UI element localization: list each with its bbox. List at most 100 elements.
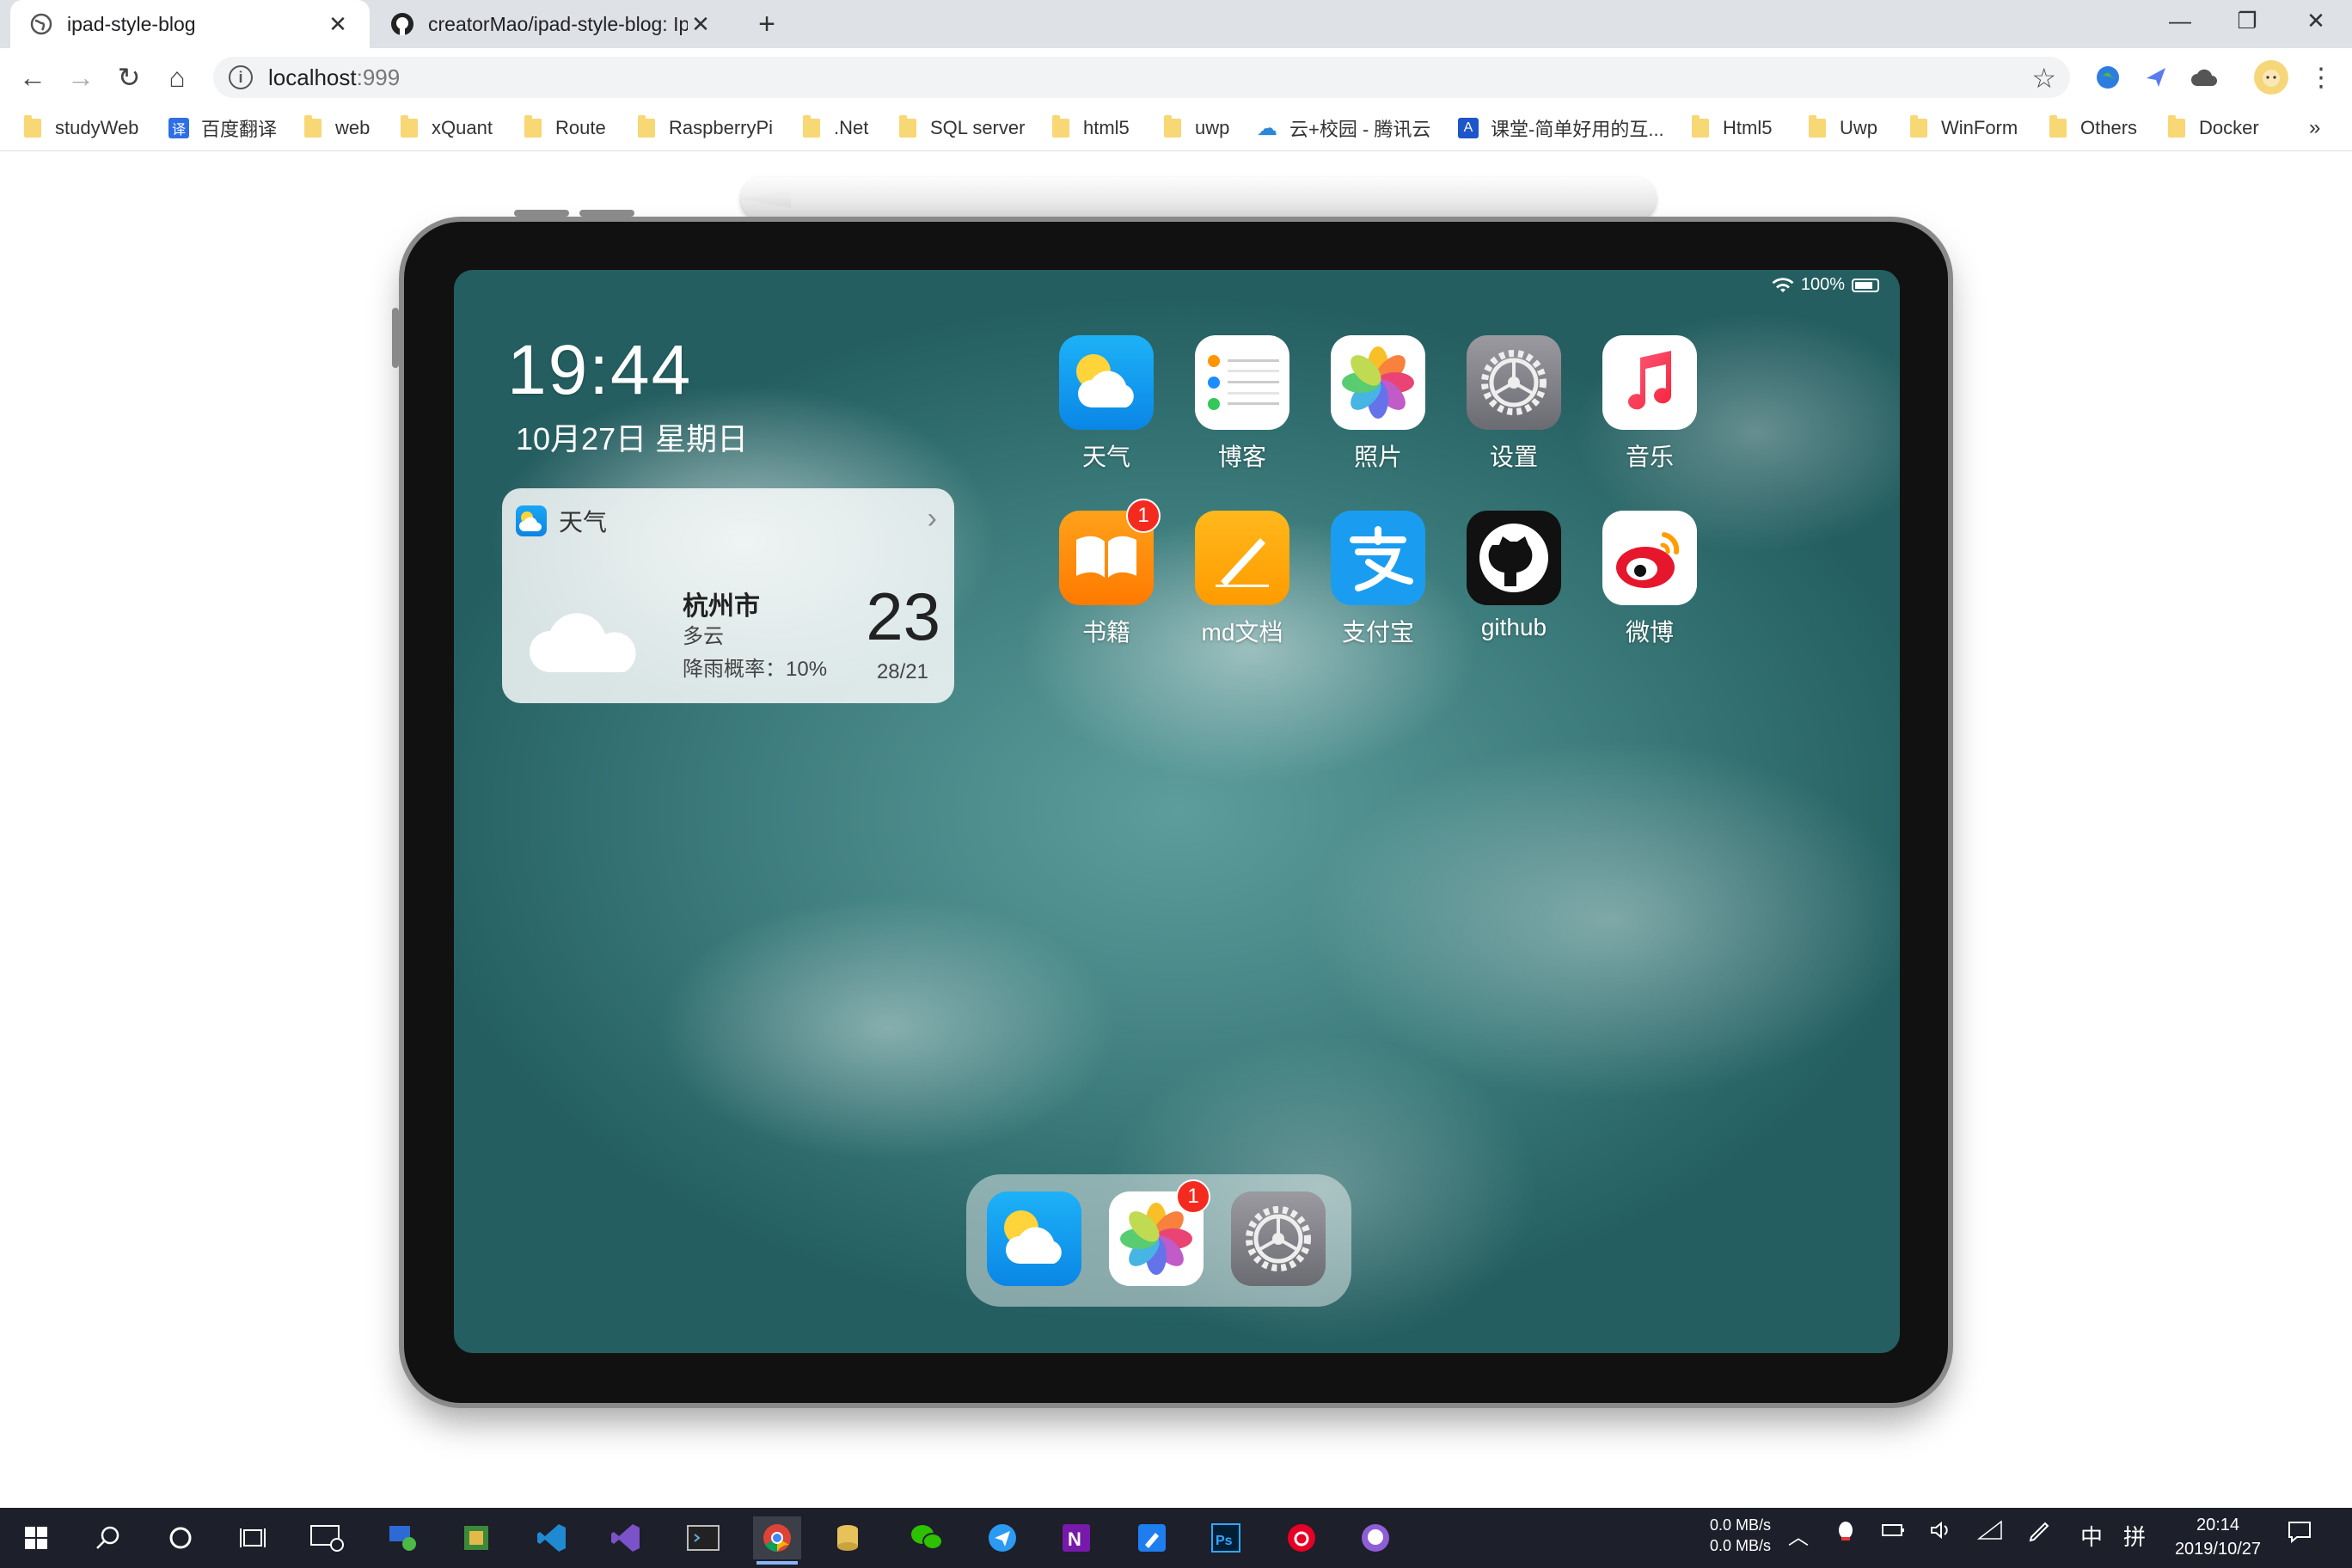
dock-weather[interactable] [987,1191,1081,1286]
bookmark-studyweb[interactable]: studyWeb [24,113,138,143]
search-icon[interactable] [84,1516,132,1559]
forward-icon[interactable]: → [62,58,100,96]
app-alipay[interactable]: 支付宝 [1331,511,1425,648]
pen-icon[interactable] [2027,1520,2051,1550]
new-tab-button[interactable]: + [750,7,784,41]
tab-ipad-style-blog[interactable]: ipad-style-blog ✕ [10,0,370,48]
dock-photos[interactable]: 1 [1109,1179,1210,1286]
visual-studio-icon[interactable] [602,1516,650,1559]
bookmark-docker[interactable]: Docker [2168,113,2259,143]
chevron-up-icon[interactable]: ︿ [1788,1520,1809,1550]
cortana-icon[interactable] [156,1516,205,1559]
bookmark-uwp[interactable]: uwp [1164,113,1229,143]
browser-window: ipad-style-blog ✕ creatorMao/ipad-style-… [0,0,2352,1508]
netease-music-icon[interactable] [1277,1516,1326,1559]
bookmark-xquant[interactable]: xQuant [401,113,493,143]
weather-icon [516,505,547,536]
tab-strip: ipad-style-blog ✕ creatorMao/ipad-style-… [0,0,2352,48]
notification-icon[interactable] [2287,1520,2312,1550]
app-weibo[interactable]: 微博 [1602,511,1697,648]
github-desktop-icon[interactable] [1351,1516,1400,1559]
app-label: 设置 [1489,444,1538,470]
app-label: 博客 [1217,444,1266,470]
reload-icon[interactable]: ↻ [110,58,148,96]
start-icon[interactable] [12,1516,60,1559]
extension-globe-icon[interactable] [2091,60,2125,95]
close-icon[interactable]: ✕ [325,11,351,37]
app-settings[interactable]: 设置 [1467,335,1561,473]
terminal-icon[interactable] [679,1516,727,1559]
extension-cloud-icon[interactable] [2187,60,2221,95]
folder-icon [2168,115,2185,138]
onenote-icon[interactable]: N [1052,1516,1100,1559]
bookmark-web[interactable]: web [304,113,370,143]
app-music[interactable]: 音乐 [1602,335,1697,473]
back-icon[interactable]: ← [14,58,52,96]
package-app-icon[interactable] [452,1516,500,1559]
battery-tray-icon[interactable] [1881,1520,1907,1547]
bookmark-html5[interactable]: html5 [1052,113,1130,143]
ipad-screen: 100% 19:44 10月27日 星期日 天气 › 杭州市 多云 降雨概率：1… [454,270,1900,1353]
database-app-icon[interactable] [825,1516,873,1559]
bookmark-dotnet[interactable]: .Net [803,113,868,143]
app-blog[interactable]: 博客 [1195,335,1289,473]
widget-condition: 多云 [683,625,724,648]
folder-icon [1052,115,1069,138]
app-github[interactable]: github [1467,511,1561,641]
restore-icon[interactable]: ❐ [2214,0,2280,41]
extension-bird-icon[interactable] [2139,60,2173,95]
bookmark-uwp-2[interactable]: Uwp [1809,113,1877,143]
home-icon[interactable]: ⌂ [158,58,196,96]
app-label: 照片 [1353,444,1402,470]
bookmark-sql-server[interactable]: SQL server [899,113,1025,143]
feishu-icon[interactable] [978,1516,1026,1559]
alipay-icon [1331,511,1425,605]
photoshop-icon[interactable]: Ps [1202,1516,1250,1559]
qq-icon[interactable] [1834,1520,1857,1550]
info-icon[interactable]: i [229,65,253,89]
chevron-right-icon[interactable]: › [928,502,937,536]
wifi-tray-icon[interactable] [1976,1520,2003,1547]
bookmark-route[interactable]: Route [524,113,606,143]
clock-tray[interactable]: 20:14 2019/10/27 [2158,1513,2278,1561]
net-down: 0.0 MB/s [1709,1537,1771,1554]
bookmark-others[interactable]: Others [2049,113,2137,143]
close-icon[interactable]: ✕ [688,11,714,37]
ime-language[interactable]: 中 [2080,1520,2103,1552]
notification-badge: 1 [1176,1179,1210,1214]
url-port: :999 [356,64,401,90]
bookmark-html5-2[interactable]: Html5 [1692,113,1772,143]
dock-settings[interactable] [1231,1191,1326,1286]
volume-icon[interactable] [1929,1520,1953,1547]
ime-mode[interactable]: 拼 [2123,1520,2146,1552]
network-app-icon[interactable] [378,1516,426,1559]
chrome-icon[interactable] [753,1516,801,1565]
date: 10月27日 星期日 [516,421,749,456]
bookmark-winform[interactable]: WinForm [1910,113,2018,143]
weather-widget[interactable]: 天气 › 杭州市 多云 降雨概率：10% 23 28/21 [502,488,954,703]
minimize-icon[interactable]: — [2147,0,2213,41]
app-md-docs[interactable]: md文档 [1195,511,1289,648]
bookmarks-more[interactable]: » [2309,113,2320,143]
folder-icon [2049,115,2067,138]
app-photos[interactable]: 照片 [1331,335,1425,473]
app-weather[interactable]: 天气 [1059,335,1154,473]
bookmark-ketang[interactable]: A 课堂-简单好用的互... [1458,113,1664,143]
close-window-icon[interactable]: ✕ [2283,0,2349,41]
bookmark-baidu-fanyi[interactable]: 译百度翻译 [168,113,277,143]
menu-icon[interactable]: ⋮ [2304,60,2338,95]
address-bar[interactable]: i localhost:999 ☆ [213,57,2070,98]
music-icon [1602,335,1697,430]
bookmark-raspberrypi[interactable]: RaspberryPi [638,113,773,143]
widget-rain: 降雨概率：10% [683,658,828,681]
profile-avatar[interactable] [2254,60,2288,95]
wechat-icon[interactable] [903,1516,951,1559]
notes-app-icon[interactable] [1128,1516,1176,1559]
task-view-icon[interactable] [229,1516,277,1559]
bookmark-tencent-cloud[interactable]: ☁ 云+校园 - 腾讯云 [1257,113,1430,143]
star-icon[interactable]: ☆ [2031,62,2056,95]
app-books[interactable]: 1 书籍 [1059,499,1161,648]
vscode-icon[interactable] [528,1516,576,1559]
remote-desktop-icon[interactable] [303,1516,351,1559]
tab-github-repo[interactable]: creatorMao/ipad-style-blog: Ip ✕ [371,0,732,48]
